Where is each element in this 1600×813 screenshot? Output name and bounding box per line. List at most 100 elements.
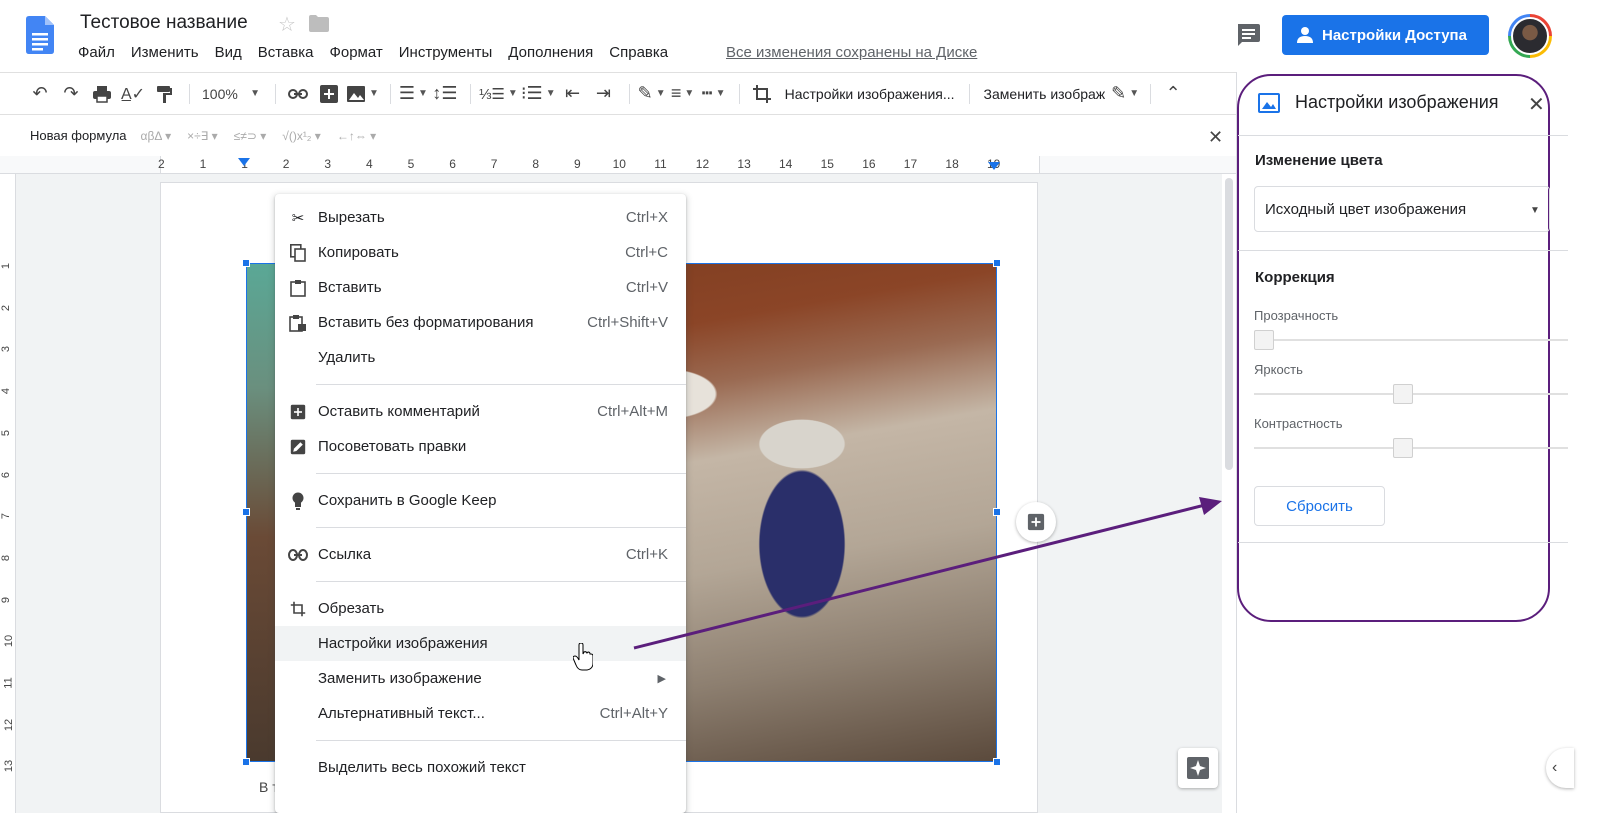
- menu-item-label: Заменить изображение: [318, 670, 482, 687]
- chevron-up-icon[interactable]: ⌃: [1159, 80, 1187, 108]
- eq-math-menu[interactable]: √()x¹₂ ▾: [282, 129, 321, 143]
- resize-handle-mr[interactable]: [993, 508, 1001, 516]
- comment-history-icon[interactable]: [1236, 24, 1260, 46]
- crop-icon[interactable]: [748, 80, 776, 108]
- bulleted-list-icon[interactable]: ⁝☰ ▼: [521, 80, 556, 108]
- zoom-select[interactable]: 100% ▼: [198, 80, 264, 108]
- menu-item-add-comment[interactable]: Оставить комментарий Ctrl+Alt+M: [275, 394, 686, 429]
- explore-button[interactable]: [1178, 748, 1218, 788]
- menu-item-copy[interactable]: Копировать Ctrl+C: [275, 235, 686, 270]
- editing-mode-icon[interactable]: ✎ ▼: [1111, 80, 1139, 108]
- insert-image-icon[interactable]: ▼: [346, 80, 379, 108]
- spellcheck-icon[interactable]: A̲✓: [119, 80, 147, 108]
- menu-insert[interactable]: Вставка: [258, 44, 322, 61]
- eq-operators-menu[interactable]: ×÷∃ ▾: [187, 129, 218, 143]
- right-indent-marker[interactable]: [988, 162, 1000, 170]
- menu-item-link[interactable]: Ссылка Ctrl+K: [275, 537, 686, 572]
- left-indent-marker[interactable]: [238, 158, 250, 166]
- border-color-icon[interactable]: ✎ ▼: [638, 80, 666, 108]
- new-formula-button[interactable]: Новая формула: [30, 128, 127, 143]
- star-icon[interactable]: ☆: [278, 12, 296, 37]
- paint-format-icon[interactable]: [150, 80, 178, 108]
- ruler-mark: 11: [654, 157, 667, 171]
- align-icon[interactable]: ☰ ▼: [399, 80, 428, 108]
- brightness-slider-thumb[interactable]: [1393, 384, 1413, 404]
- menu-tools[interactable]: Инструменты: [399, 44, 501, 61]
- recolor-heading: Изменение цвета: [1255, 152, 1383, 169]
- increase-indent-icon[interactable]: ⇥: [590, 80, 618, 108]
- border-dash-icon[interactable]: ┅ ▼: [700, 80, 728, 108]
- menu-item-crop[interactable]: Обрезать: [275, 591, 686, 626]
- image-options-button[interactable]: Настройки изображения...: [779, 86, 961, 102]
- panel-divider: [1238, 250, 1568, 251]
- menu-divider: [316, 473, 686, 474]
- menu-item-label: Альтернативный текст...: [318, 705, 485, 722]
- add-comment-icon: [288, 402, 308, 422]
- app-header: Тестовое название ☆ Файл Изменить Вид Вс…: [0, 0, 1600, 72]
- menu-file[interactable]: Файл: [78, 44, 123, 61]
- panel-close-icon[interactable]: ✕: [1528, 92, 1545, 117]
- add-comment-icon[interactable]: [315, 80, 343, 108]
- menu-item-delete[interactable]: Удалить: [275, 340, 686, 375]
- eq-arrows-menu[interactable]: ←↑⇔ ▾: [337, 129, 376, 143]
- share-button[interactable]: Настройки Доступа: [1282, 15, 1489, 55]
- menu-item-cut[interactable]: ✂ Вырезать Ctrl+X: [275, 200, 686, 235]
- menu-item-keep[interactable]: Сохранить в Google Keep: [275, 483, 686, 518]
- menu-edit[interactable]: Изменить: [131, 44, 207, 61]
- save-status-link[interactable]: Все изменения сохранены на Диске: [726, 44, 977, 61]
- contrast-slider-thumb[interactable]: [1393, 438, 1413, 458]
- hand-cursor-icon: [573, 643, 593, 671]
- eq-relations-menu[interactable]: ≤≠⊃ ▾: [234, 129, 267, 143]
- replace-image-button[interactable]: Заменить изображ: [978, 86, 1112, 102]
- ruler-mark: 3: [0, 346, 13, 353]
- ruler-mark: 1: [0, 262, 13, 270]
- insert-link-icon[interactable]: [284, 80, 312, 108]
- docs-logo-icon[interactable]: [26, 16, 54, 54]
- menu-view[interactable]: Вид: [215, 44, 250, 61]
- border-weight-icon[interactable]: ≡ ▼: [669, 80, 697, 108]
- resize-handle-br[interactable]: [993, 758, 1001, 766]
- decrease-indent-icon[interactable]: ⇤: [559, 80, 587, 108]
- suggest-edit-icon: [288, 437, 308, 457]
- menu-item-select-similar[interactable]: Выделить весь похожий текст: [275, 750, 686, 785]
- menu-item-alt-text[interactable]: Альтернативный текст... Ctrl+Alt+Y: [275, 696, 686, 731]
- add-comment-button[interactable]: [1016, 502, 1056, 542]
- ruler-mark: 9: [0, 596, 13, 603]
- print-icon[interactable]: [88, 80, 116, 108]
- menu-item-shortcut: Ctrl+K: [625, 546, 668, 563]
- transparency-slider-thumb[interactable]: [1254, 330, 1274, 350]
- crop-icon: [288, 599, 308, 619]
- resize-handle-tr[interactable]: [993, 259, 1001, 267]
- eq-greek-menu[interactable]: αβΔ ▾: [141, 129, 172, 143]
- folder-icon[interactable]: [309, 15, 329, 32]
- ruler-mark: 7: [0, 513, 13, 520]
- menu-addons[interactable]: Дополнения: [508, 44, 601, 61]
- close-icon[interactable]: ✕: [1208, 127, 1223, 148]
- document-title[interactable]: Тестовое название: [80, 12, 248, 34]
- undo-icon[interactable]: ↶: [26, 80, 54, 108]
- menu-item-replace-image[interactable]: Заменить изображение ▶: [275, 661, 686, 696]
- menu-item-paste[interactable]: Вставить Ctrl+V: [275, 270, 686, 305]
- redo-icon[interactable]: ↷: [57, 80, 85, 108]
- line-spacing-icon[interactable]: ↕☰: [431, 80, 459, 108]
- reset-button[interactable]: Сбросить: [1254, 486, 1385, 526]
- numbered-list-icon[interactable]: ⅓☰ ▼: [479, 80, 518, 108]
- avatar[interactable]: [1508, 14, 1552, 58]
- transparency-slider[interactable]: [1254, 339, 1568, 341]
- menu-item-paste-plain[interactable]: Вставить без форматирования Ctrl+Shift+V: [275, 305, 686, 340]
- resize-handle-ml[interactable]: [242, 508, 250, 516]
- menu-item-image-options[interactable]: Настройки изображения: [275, 626, 686, 661]
- menu-item-label: Вырезать: [318, 209, 385, 226]
- menu-item-label: Ссылка: [318, 546, 372, 563]
- recolor-select[interactable]: Исходный цвет изображения ▼: [1254, 186, 1550, 232]
- chevron-down-icon: ▼: [1530, 205, 1540, 216]
- resize-handle-tl[interactable]: [242, 259, 250, 267]
- menu-help[interactable]: Справка: [609, 44, 676, 61]
- menu-item-suggest-edits[interactable]: Посоветовать правки: [275, 429, 686, 464]
- ruler-mark: 11: [2, 677, 15, 689]
- ruler-mark: 13: [737, 157, 751, 171]
- resize-handle-bl[interactable]: [242, 758, 250, 766]
- menu-divider: [316, 384, 686, 385]
- menu-format[interactable]: Формат: [329, 44, 390, 61]
- document-scrollbar[interactable]: [1222, 174, 1236, 813]
